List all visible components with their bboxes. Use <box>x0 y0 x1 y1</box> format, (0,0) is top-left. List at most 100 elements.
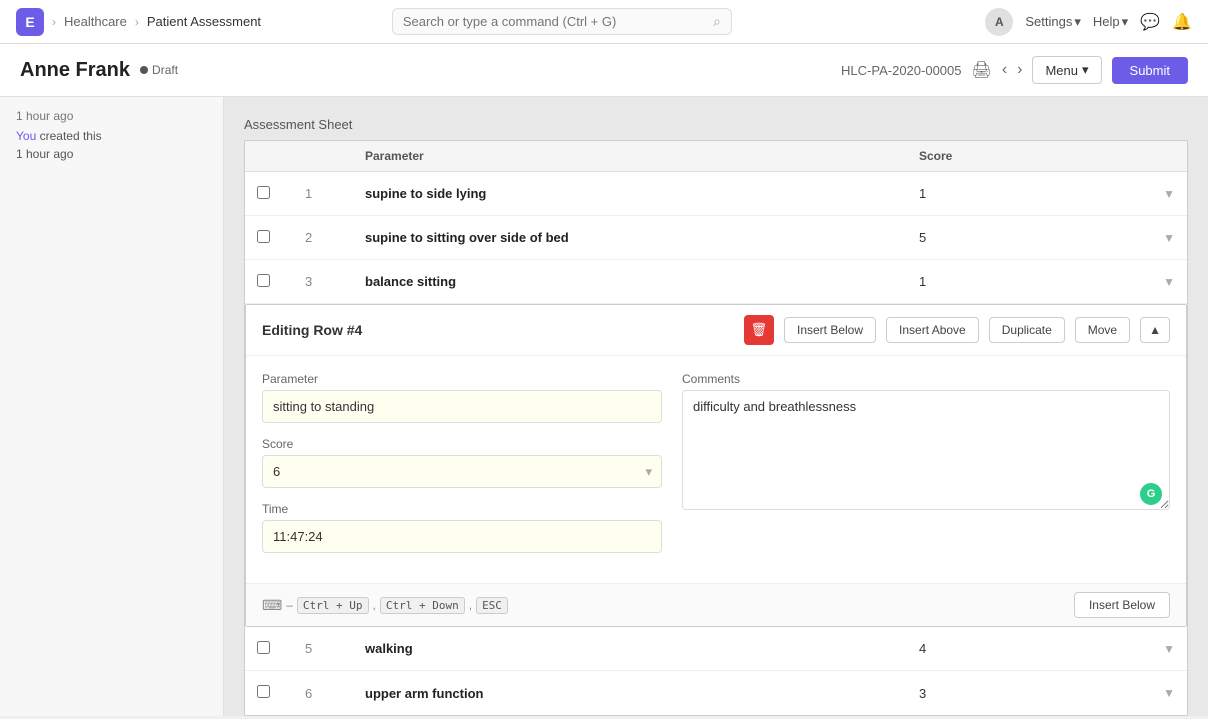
status-badge: Draft <box>140 63 178 77</box>
sidebar-created: You created this 1 hour ago <box>16 127 207 163</box>
row-2-chevron[interactable]: ▼ <box>1163 231 1175 245</box>
table-row: 6 upper arm function 3 ▼ <box>245 671 1187 715</box>
row-6-num: 6 <box>293 686 353 701</box>
insert-below-footer-button[interactable]: Insert Below <box>1074 592 1170 618</box>
checkbox-6[interactable] <box>257 685 270 698</box>
document-id: HLC-PA-2020-00005 <box>841 63 961 78</box>
top-navigation: E › Healthcare › Patient Assessment ⌕ A … <box>0 0 1208 44</box>
row-5-param: walking <box>353 641 907 656</box>
th-score: Score <box>907 149 1107 163</box>
editing-left: Parameter Score 6 ▾ <box>262 372 662 567</box>
time-label: Time <box>262 502 662 516</box>
parameter-label: Parameter <box>262 372 662 386</box>
breadcrumb-healthcare[interactable]: Healthcare <box>64 14 127 29</box>
content-area: Assessment Sheet Parameter Score 1 supin… <box>224 97 1208 716</box>
row-5-num: 5 <box>293 641 353 656</box>
th-parameter: Parameter <box>353 149 907 163</box>
checkbox-5[interactable] <box>257 641 270 654</box>
shortcut-ctrl-down: Ctrl + Down <box>380 597 465 614</box>
th-check <box>245 149 293 163</box>
row-1-score: 1 <box>907 186 1107 201</box>
feedback-icon[interactable]: 💬 <box>1140 12 1160 32</box>
editing-header: Editing Row #4 🗑 Insert Below Insert Abo… <box>246 305 1186 356</box>
editing-panel: Editing Row #4 🗑 Insert Below Insert Abo… <box>245 304 1187 627</box>
row-5-chevron[interactable]: ▼ <box>1163 642 1175 656</box>
row-3-chevron[interactable]: ▼ <box>1163 275 1175 289</box>
row-1-param: supine to side lying <box>353 186 907 201</box>
checkbox-2[interactable] <box>257 230 270 243</box>
status-dot <box>140 66 148 74</box>
settings-button[interactable]: Settings ▾ <box>1025 14 1081 30</box>
row-2-check[interactable] <box>245 230 293 246</box>
row-5-action[interactable]: ▼ <box>1107 642 1187 656</box>
nav-right-area: A Settings ▾ Help ▾ 💬 🔔 <box>985 8 1192 36</box>
editing-right: Comments difficulty and breathlessness G <box>682 372 1170 567</box>
time-input[interactable] <box>262 520 662 553</box>
row-3-action[interactable]: ▼ <box>1107 275 1187 289</box>
delete-button[interactable]: 🗑 <box>744 315 774 345</box>
status-label: Draft <box>152 63 178 77</box>
score-select[interactable]: 6 <box>262 455 662 488</box>
sidebar-time: 1 hour ago <box>16 109 207 123</box>
duplicate-button[interactable]: Duplicate <box>989 317 1065 343</box>
row-1-num: 1 <box>293 186 353 201</box>
move-button[interactable]: Move <box>1075 317 1130 343</box>
insert-above-button[interactable]: Insert Above <box>886 317 979 343</box>
row-3-check[interactable] <box>245 274 293 290</box>
row-3-score: 1 <box>907 274 1107 289</box>
assessment-section: Assessment Sheet Parameter Score 1 supin… <box>224 97 1208 716</box>
collapse-button[interactable]: ▲ <box>1140 317 1170 343</box>
score-label: Score <box>262 437 662 451</box>
shortcut-comma1: , <box>373 598 376 612</box>
keyboard-icon: ⌨ <box>262 597 282 614</box>
print-button[interactable]: 🖨 <box>972 60 992 80</box>
comments-wrap: difficulty and breathlessness G <box>682 390 1170 513</box>
page-header: Anne Frank Draft HLC-PA-2020-00005 🖨 ‹ ›… <box>0 44 1208 97</box>
next-button[interactable]: › <box>1017 61 1022 79</box>
prev-button[interactable]: ‹ <box>1002 61 1007 79</box>
row-1-check[interactable] <box>245 186 293 202</box>
submit-button[interactable]: Submit <box>1112 57 1188 84</box>
parameter-field-group: Parameter <box>262 372 662 423</box>
row-6-param: upper arm function <box>353 686 907 701</box>
row-6-score: 3 <box>907 686 1107 701</box>
comments-textarea[interactable]: difficulty and breathlessness <box>682 390 1170 510</box>
notification-icon[interactable]: 🔔 <box>1172 12 1192 32</box>
search-bar[interactable]: ⌕ <box>392 8 732 35</box>
shortcut-comma2: , <box>469 598 472 612</box>
parameter-input[interactable] <box>262 390 662 423</box>
row-2-action[interactable]: ▼ <box>1107 231 1187 245</box>
shortcut-ctrl-up: Ctrl + Up <box>297 597 369 614</box>
grammarly-icon: G <box>1140 483 1162 505</box>
breadcrumb-patient-assessment[interactable]: Patient Assessment <box>147 14 261 29</box>
row-3-param: balance sitting <box>353 274 907 289</box>
th-action <box>1107 149 1187 163</box>
search-icon: ⌕ <box>713 13 721 30</box>
checkbox-1[interactable] <box>257 186 270 199</box>
row-2-score: 5 <box>907 230 1107 245</box>
row-6-chevron[interactable]: ▼ <box>1163 686 1175 700</box>
sidebar: 1 hour ago You created this 1 hour ago <box>0 97 224 716</box>
app-logo: E <box>16 8 44 36</box>
table-row: 3 balance sitting 1 ▼ <box>245 260 1187 304</box>
table-header: Parameter Score <box>245 141 1187 172</box>
row-1-chevron[interactable]: ▼ <box>1163 187 1175 201</box>
shortcut-dash: – <box>286 598 293 612</box>
row-6-check[interactable] <box>245 685 293 701</box>
shortcut-area: ⌨ – Ctrl + Up , Ctrl + Down , ESC <box>262 597 508 614</box>
time-field-group: Time <box>262 502 662 553</box>
score-field-group: Score 6 ▾ <box>262 437 662 488</box>
row-2-param: supine to sitting over side of bed <box>353 230 907 245</box>
menu-button[interactable]: Menu ▾ <box>1032 56 1101 84</box>
help-button[interactable]: Help ▾ <box>1093 14 1128 30</box>
row-2-num: 2 <box>293 230 353 245</box>
search-input[interactable] <box>403 14 707 29</box>
insert-below-header-button[interactable]: Insert Below <box>784 317 876 343</box>
editing-body: Parameter Score 6 ▾ <box>246 356 1186 583</box>
row-1-action[interactable]: ▼ <box>1107 187 1187 201</box>
row-6-action[interactable]: ▼ <box>1107 686 1187 700</box>
section-label: Assessment Sheet <box>244 117 1188 132</box>
row-5-score: 4 <box>907 641 1107 656</box>
row-5-check[interactable] <box>245 641 293 657</box>
checkbox-3[interactable] <box>257 274 270 287</box>
